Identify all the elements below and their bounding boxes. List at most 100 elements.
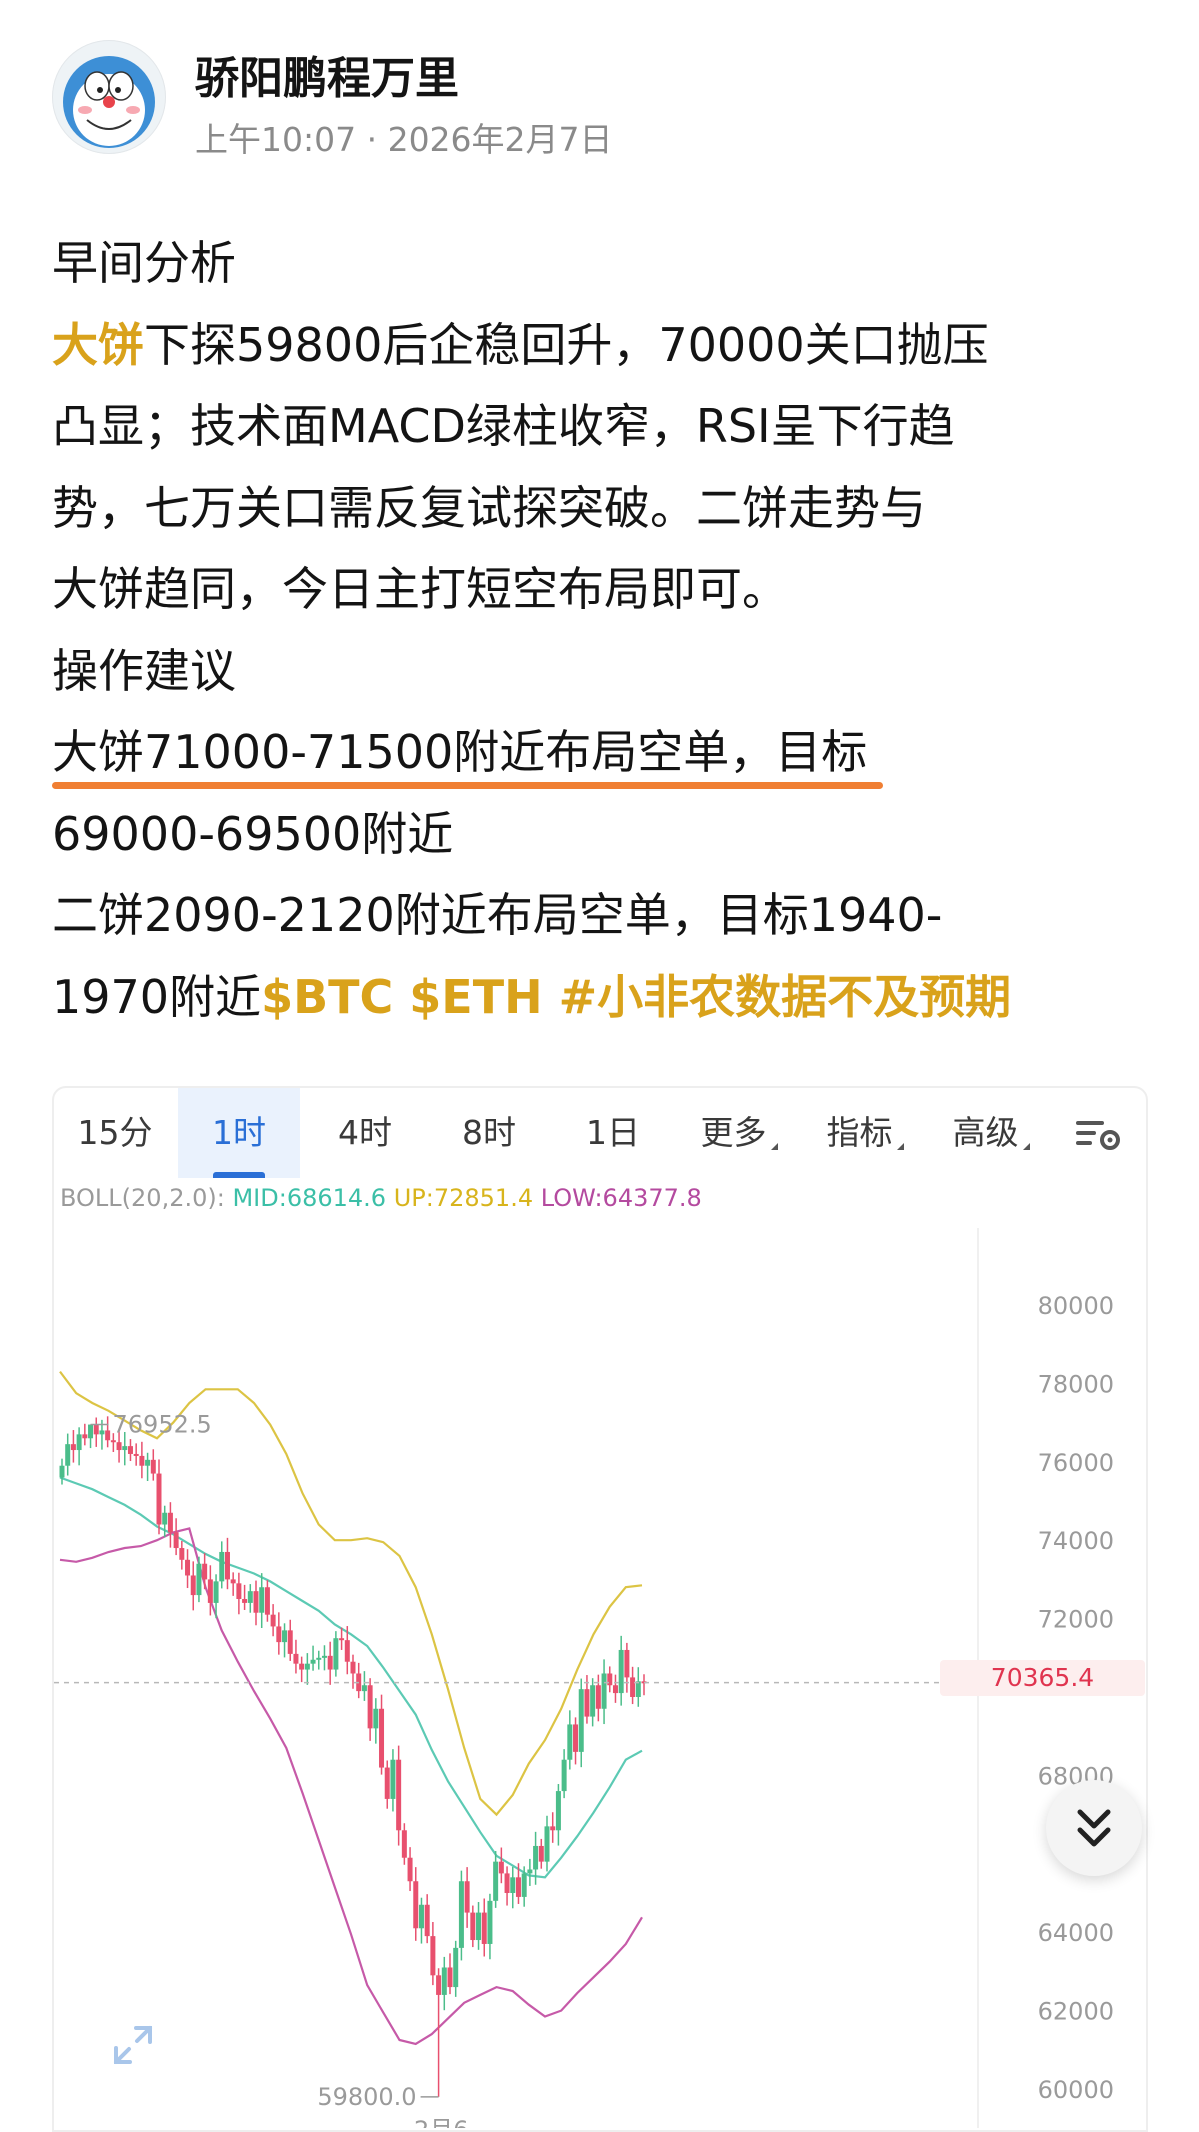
- current-price-tag: 70365.4: [940, 1660, 1145, 1696]
- candle: [230, 1572, 236, 1596]
- candle: [76, 1427, 82, 1466]
- candle: [236, 1572, 242, 1615]
- y-tick-label: 62000: [1038, 1998, 1114, 2026]
- post-body: 早间分析 大饼下探59800后企稳回升，70000关口抛压 凸显；技术面MACD…: [52, 223, 1162, 1038]
- candle: [253, 1580, 259, 1626]
- candle: [293, 1639, 299, 1674]
- candle: [219, 1541, 225, 1589]
- y-tick-label: 80000: [1038, 1292, 1114, 1320]
- candle: [93, 1417, 99, 1447]
- candle: [390, 1749, 396, 1812]
- candle: [270, 1604, 276, 1637]
- chart-card: 15分 1时 4时 8时 1日 更多 指标 高级 BOLL(20,2.0): M…: [52, 1086, 1148, 2132]
- candle: [179, 1540, 185, 1570]
- post-line: 大饼下探59800后企稳回升，70000关口抛压: [52, 305, 1162, 387]
- candle: [361, 1671, 367, 1701]
- post-line: 凸显；技术面MACD绿柱收窄，RSI呈下行趋: [52, 399, 955, 453]
- candle: [630, 1666, 636, 1705]
- candle: [321, 1645, 327, 1671]
- post-timestamp: 上午10:07 · 2026年2月7日: [195, 120, 613, 159]
- post-line: 势，七万关口需反复试探突破。二饼走势与: [52, 480, 926, 535]
- candle: [190, 1561, 196, 1611]
- btc-highlight[interactable]: 大饼: [52, 318, 144, 372]
- candle: [350, 1654, 356, 1689]
- candle: [259, 1573, 265, 1629]
- chevron-double-down-icon: [1077, 1809, 1111, 1847]
- scroll-down-button[interactable]: [1046, 1780, 1142, 1876]
- candle: [379, 1694, 385, 1775]
- candle: [150, 1449, 156, 1481]
- low-label: 59800.0: [317, 2083, 416, 2111]
- hashtags[interactable]: $BTC $ETH #小非农数据不及预期: [261, 970, 1011, 1024]
- candlestick-chart[interactable]: 8000078000760007400072000680006400062000…: [54, 1088, 1146, 2128]
- candle: [282, 1623, 288, 1658]
- candle: [373, 1698, 379, 1744]
- candle: [595, 1674, 601, 1722]
- candle: [70, 1430, 76, 1463]
- candle: [555, 1784, 561, 1846]
- candle: [573, 1717, 579, 1765]
- candle: [447, 1953, 453, 1995]
- y-tick-label: 78000: [1038, 1370, 1114, 1398]
- candle: [624, 1642, 630, 1693]
- expand-chart-button[interactable]: [108, 2020, 158, 2070]
- candle: [441, 1956, 447, 2011]
- candle: [396, 1745, 402, 1846]
- candle: [316, 1650, 322, 1670]
- candle: [167, 1502, 173, 1548]
- y-tick-label: 64000: [1038, 1919, 1114, 1947]
- candle: [498, 1847, 504, 1884]
- candle: [538, 1838, 544, 1869]
- candle: [276, 1612, 282, 1655]
- post-line: 操作建议: [52, 643, 236, 698]
- candle: [327, 1641, 333, 1685]
- candle: [470, 1905, 476, 1948]
- candle: [310, 1645, 316, 1671]
- expand-arrows-icon: [114, 2026, 152, 2064]
- candle: [504, 1866, 510, 1906]
- candle: [578, 1678, 584, 1768]
- candle: [185, 1549, 191, 1589]
- post-line: 早间分析: [52, 236, 236, 290]
- candle: [607, 1666, 613, 1693]
- candle: [247, 1584, 253, 1613]
- candle: [127, 1439, 133, 1462]
- candle: [407, 1847, 413, 1892]
- candle: [527, 1858, 533, 1886]
- y-tick-label: 60000: [1038, 2076, 1114, 2104]
- candle: [550, 1812, 556, 1843]
- x-axis-label: 2月6: [414, 2116, 469, 2128]
- candle: [567, 1710, 573, 1770]
- candle: [590, 1678, 596, 1727]
- post-text: 下探59800后企稳回升，70000关口抛压: [144, 317, 989, 372]
- avatar[interactable]: [52, 40, 166, 154]
- candle: [59, 1458, 65, 1485]
- candle: [544, 1815, 550, 1872]
- candle: [384, 1760, 390, 1809]
- candle: [612, 1674, 618, 1703]
- candle: [88, 1424, 94, 1449]
- post-line: 大饼趋同，今日主打短空布局即可。: [52, 562, 788, 616]
- candle: [156, 1459, 162, 1535]
- author-name[interactable]: 骄阳鹏程万里: [195, 42, 459, 106]
- candle: [481, 1898, 487, 1957]
- candle: [430, 1922, 436, 1986]
- candle: [413, 1867, 419, 1941]
- candle: [162, 1505, 168, 1538]
- candle: [224, 1537, 230, 1590]
- boll-lower-line: [59, 1527, 643, 2046]
- candle: [641, 1674, 647, 1696]
- candle: [82, 1423, 88, 1446]
- candle: [418, 1897, 424, 1944]
- candle: [133, 1443, 139, 1466]
- candle: [356, 1662, 362, 1699]
- candle: [493, 1851, 499, 1908]
- candle: [464, 1867, 470, 1928]
- candle: [145, 1452, 151, 1482]
- candle: [299, 1656, 305, 1683]
- y-tick-label: 72000: [1038, 1606, 1114, 1634]
- candle: [339, 1627, 345, 1650]
- post-line: 69000-69500附近: [52, 806, 454, 861]
- candle: [487, 1893, 493, 1960]
- candle: [242, 1584, 248, 1610]
